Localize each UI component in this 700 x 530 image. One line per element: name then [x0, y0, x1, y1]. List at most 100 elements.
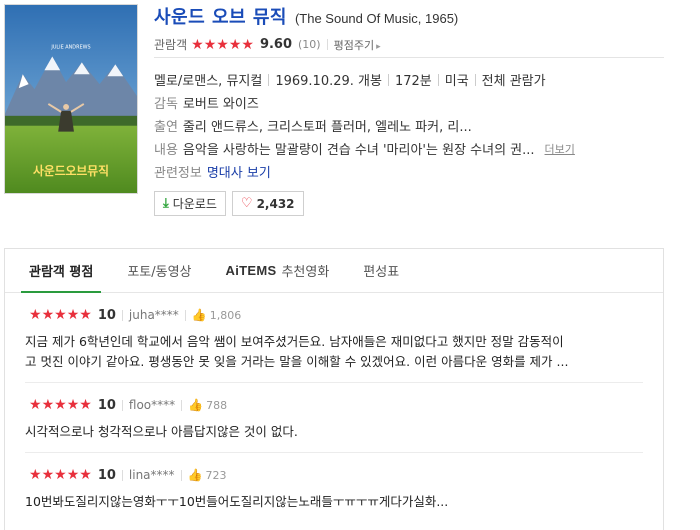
- chevron-right-icon: ▸: [376, 41, 381, 52]
- star-icon: ★: [29, 397, 42, 413]
- star-icon: ★: [54, 467, 67, 483]
- cast-label: 출연: [154, 120, 178, 135]
- movie-meta: 멜로/로맨스, 뮤지컬 1969.10.29. 개봉 172분 미국 전체 관람…: [154, 68, 664, 183]
- download-icon: ⤓: [163, 196, 169, 211]
- star-icon: ★: [191, 36, 204, 53]
- divider: [121, 399, 123, 411]
- tab-audience-rating[interactable]: 관람객 평점: [20, 249, 102, 293]
- meta-cast: 출연 줄리 앤드류스, 크리스토퍼 플러머, 엘레노 파커, 리...: [154, 114, 664, 137]
- star-icon: ★: [29, 307, 42, 323]
- svg-text:JULIE ANDREWS: JULIE ANDREWS: [50, 45, 90, 51]
- divider: [437, 73, 439, 86]
- review-user[interactable]: floo****: [129, 398, 175, 412]
- rate-button[interactable]: 평점주기 ▸: [334, 37, 381, 53]
- divider: [121, 309, 123, 321]
- review-header: ★ ★ ★ ★ ★ 10 lina**** 👍 723: [25, 465, 643, 485]
- tab-recommended[interactable]: AiTEMS 추천영화: [226, 249, 330, 292]
- related-label: 관련정보: [154, 166, 202, 181]
- star-icon: ★: [79, 307, 92, 323]
- download-button[interactable]: ⤓ 다운로드: [154, 191, 226, 216]
- review-likes: 723: [205, 468, 227, 482]
- review-likes: 788: [206, 398, 228, 412]
- more-link[interactable]: 더보기: [545, 141, 575, 157]
- tab-label: 편성표: [363, 265, 400, 280]
- review-panel: 관람객 평점 포토/동영상 AiTEMS 추천영화 편성표 ★ ★ ★ ★ ★ …: [4, 248, 664, 530]
- rate-link-label: 평점주기: [333, 38, 375, 52]
- tab-bar: 관람객 평점 포토/동영상 AiTEMS 추천영화 편성표: [5, 249, 663, 293]
- thumbs-up-icon[interactable]: 👍: [188, 468, 203, 482]
- review-text[interactable]: 시각적으로나 청각적으로나 아름답지않은 것이 없다.: [25, 422, 643, 442]
- star-icon: ★: [79, 397, 92, 413]
- star-icon: ★: [41, 307, 55, 323]
- tab-label: 관람객 평점: [29, 265, 94, 280]
- director-label: 감독: [154, 97, 178, 112]
- genre[interactable]: 멜로/로맨스, 뮤지컬: [154, 70, 262, 89]
- star-icon: ★: [241, 36, 254, 53]
- tab-label: 추천영화: [281, 265, 330, 280]
- divider: [184, 309, 186, 321]
- review-header: ★ ★ ★ ★ ★ 10 juha**** 👍 1,806: [25, 305, 643, 325]
- movie-info: 사운드 오브 뮤직 (The Sound Of Music, 1965) 관람객…: [154, 0, 664, 216]
- like-count: 2,432: [256, 196, 295, 211]
- release-date[interactable]: 1969.10.29. 개봉: [275, 70, 382, 89]
- star-icon: ★: [216, 36, 229, 53]
- review-text[interactable]: 10번봐도질리지않는영화ㅜㅜ10번들어도질리지않는노래들ㅜㅠㅜㅠ게다가실화...: [25, 492, 643, 512]
- review-score: 10: [97, 397, 116, 413]
- quotes-link[interactable]: 명대사 보기: [207, 162, 271, 181]
- age-grade[interactable]: 전체 관람가: [482, 70, 546, 89]
- plot-summary: 음악을 사랑하는 말괄량이 견습 수녀 '마리아'는 원장 수녀의 권...: [182, 143, 535, 158]
- like-button[interactable]: ♡ 2,432: [231, 191, 304, 216]
- cast-list[interactable]: 줄리 앤드류스, 크리스토퍼 플러머, 엘레노 파커, 리...: [183, 116, 472, 135]
- review-line: 고 멋진 이야기 같아요. 평생동안 못 잊을 거라는 말을 이해할 수 있겠어…: [25, 354, 569, 369]
- movie-poster[interactable]: JULIE ANDREWS 사운드오브뮤직: [4, 4, 138, 194]
- rating-score: 9.60: [259, 37, 293, 52]
- star-icon: ★: [54, 307, 67, 323]
- country[interactable]: 미국: [445, 70, 469, 89]
- divider: [474, 73, 476, 86]
- review-line: 시각적으로나 청각적으로나 아름답지않은 것이 없다.: [25, 424, 298, 439]
- star-icon: ★: [41, 397, 55, 413]
- review-stars: ★ ★ ★ ★ ★: [29, 468, 92, 482]
- divider: [268, 73, 270, 86]
- review-likes: 1,806: [209, 308, 242, 322]
- review-item: ★ ★ ★ ★ ★ 10 floo**** 👍 788 시각적으로나 청각적으로…: [25, 383, 643, 453]
- star-icon: ★: [66, 397, 80, 413]
- star-icon: ★: [41, 467, 55, 483]
- review-text[interactable]: 지금 제가 6학년인데 학교에서 음악 쌤이 보여주셨거든요. 남자애들은 재미…: [25, 332, 643, 372]
- heart-icon: ♡: [240, 196, 253, 211]
- svg-text:사운드오브뮤직: 사운드오브뮤직: [33, 164, 109, 178]
- divider: [326, 39, 328, 50]
- star-icon: ★: [228, 36, 242, 53]
- meta-summary: 멜로/로맨스, 뮤지컬 1969.10.29. 개봉 172분 미국 전체 관람…: [154, 68, 664, 91]
- movie-title[interactable]: 사운드 오브 뮤직: [154, 3, 287, 29]
- star-icon: ★: [66, 307, 80, 323]
- review-user[interactable]: lina****: [129, 468, 175, 482]
- director-link[interactable]: 로버트 와이즈: [183, 93, 259, 112]
- rating-count: (10): [298, 38, 321, 51]
- meta-director: 감독 로버트 와이즈: [154, 91, 664, 114]
- action-buttons: ⤓ 다운로드 ♡ 2,432: [154, 191, 664, 216]
- title-row: 사운드 오브 뮤직 (The Sound Of Music, 1965): [154, 0, 664, 28]
- review-score: 10: [97, 307, 116, 323]
- poster-image: JULIE ANDREWS 사운드오브뮤직: [5, 5, 137, 193]
- review-header: ★ ★ ★ ★ ★ 10 floo**** 👍 788: [25, 395, 643, 415]
- review-stars: ★ ★ ★ ★ ★: [29, 398, 92, 412]
- review-line: 지금 제가 6학년인데 학교에서 음악 쌤이 보여주셨거든요. 남자애들은 재미…: [25, 334, 564, 349]
- tab-label: 포토/동영상: [127, 265, 192, 280]
- thumbs-up-icon[interactable]: 👍: [188, 398, 203, 412]
- review-user[interactable]: juha****: [129, 308, 179, 322]
- meta-plot: 내용 음악을 사랑하는 말괄량이 견습 수녀 '마리아'는 원장 수녀의 권..…: [154, 137, 664, 160]
- meta-related: 관련정보 명대사 보기: [154, 160, 664, 183]
- divider: [387, 73, 389, 86]
- tab-schedule[interactable]: 편성표: [363, 249, 399, 292]
- thumbs-up-icon[interactable]: 👍: [192, 308, 207, 322]
- star-icon: ★: [29, 467, 42, 483]
- tab-photo-video[interactable]: 포토/동영상: [127, 249, 191, 292]
- review-line: 10번봐도질리지않는영화ㅜㅜ10번들어도질리지않는노래들ㅜㅠㅜㅠ게다가실화...: [25, 494, 449, 509]
- divider: [121, 469, 123, 481]
- divider: [180, 469, 182, 481]
- review-item: ★ ★ ★ ★ ★ 10 juha**** 👍 1,806 지금 제가 6학년인…: [25, 293, 643, 383]
- rating-label: 관람객: [154, 38, 188, 52]
- star-icon: ★: [79, 467, 92, 483]
- star-icon: ★: [66, 467, 80, 483]
